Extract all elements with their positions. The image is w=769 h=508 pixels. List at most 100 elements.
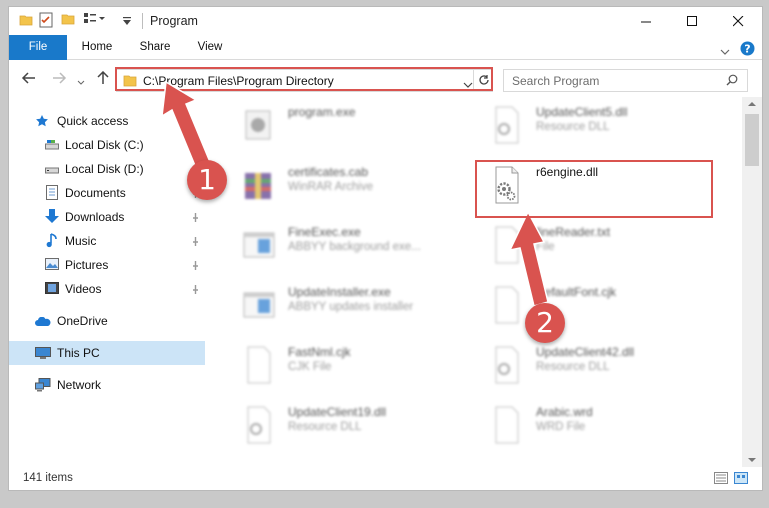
chevron-down-icon <box>77 80 85 85</box>
details-view-icon[interactable] <box>714 472 728 487</box>
recent-locations-button[interactable] <box>77 75 85 89</box>
nav-label: Videos <box>65 282 102 296</box>
file-name: FineExec.exe <box>288 225 361 239</box>
downloads-icon <box>45 209 59 227</box>
file-item[interactable]: UpdateInstaller.exe ABBYY updates instal… <box>234 277 484 335</box>
file-item[interactable]: Arabic.wrd WRD File <box>482 397 732 455</box>
new-folder-icon[interactable] <box>61 12 75 29</box>
nav-item-onedrive[interactable]: OneDrive <box>9 309 205 333</box>
nav-item-local-disk-d[interactable]: Local Disk (D:) <box>9 157 205 181</box>
address-row: C:\Program Files\Program Directory Searc… <box>9 61 762 97</box>
network-icon <box>35 378 51 395</box>
nav-label: Documents <box>65 186 126 200</box>
nav-item-this-pc[interactable]: This PC <box>9 341 205 365</box>
archive-icon <box>242 165 276 205</box>
navigation-pane: Quick access Local Disk (C:) Local Disk … <box>9 97 205 467</box>
folder-icon <box>19 13 33 30</box>
dll-icon <box>490 105 524 145</box>
document-icon <box>242 345 276 385</box>
file-name: program.exe <box>288 105 356 119</box>
large-icons-view-icon[interactable] <box>734 472 748 487</box>
nav-item-downloads[interactable]: Downloads <box>9 205 205 229</box>
file-list: program.exe certificates.cab WinRAR Arch… <box>214 97 742 467</box>
close-button[interactable] <box>715 7 761 35</box>
file-item[interactable]: FineExec.exe ABBYY background exe... <box>234 217 484 275</box>
expand-ribbon-icon[interactable] <box>720 45 730 59</box>
minimize-button[interactable] <box>623 7 669 35</box>
dll-icon <box>490 345 524 385</box>
view-options-icon[interactable] <box>83 12 105 29</box>
properties-icon[interactable] <box>39 12 53 31</box>
nav-item-music[interactable]: Music <box>9 229 205 253</box>
tab-file[interactable]: File <box>9 35 67 60</box>
minimize-icon <box>640 21 651 22</box>
file-item[interactable]: certificates.cab WinRAR Archive <box>234 157 484 215</box>
tab-home[interactable]: Home <box>75 35 119 60</box>
file-name: UpdateClient5.dll <box>536 105 628 119</box>
file-name: UpdateInstaller.exe <box>288 285 391 299</box>
file-type: ABBYY updates installer <box>288 301 414 313</box>
file-item[interactable]: program.exe <box>234 97 484 155</box>
search-placeholder: Search Program <box>512 74 600 88</box>
nav-label: This PC <box>57 346 100 360</box>
file-type: WRD File <box>536 421 586 433</box>
nav-label: OneDrive <box>57 314 108 328</box>
file-item[interactable]: fineReader.txt File <box>482 217 732 275</box>
exe-icon <box>242 105 276 145</box>
videos-icon <box>45 282 59 297</box>
file-item[interactable]: UpdateClient19.dll Resource DLL <box>234 397 484 455</box>
nav-item-videos[interactable]: Videos <box>9 277 205 301</box>
file-type: Resource DLL <box>536 361 610 373</box>
file-type: WinRAR Archive <box>288 181 373 193</box>
help-icon[interactable]: ? <box>740 41 755 59</box>
forward-arrow-icon <box>53 72 67 84</box>
music-icon <box>46 233 58 251</box>
search-icon[interactable] <box>726 74 738 89</box>
forward-button[interactable] <box>51 71 67 88</box>
file-item[interactable]: FastNml.cjk CJK File <box>234 337 484 395</box>
back-button[interactable] <box>21 71 37 88</box>
document-icon <box>490 225 524 265</box>
vertical-scrollbar[interactable] <box>742 97 762 467</box>
customize-toolbar-icon[interactable] <box>122 15 132 29</box>
back-arrow-icon <box>21 72 35 84</box>
drive-icon <box>45 163 59 178</box>
step-1-badge: 1 <box>187 160 227 200</box>
nav-label: Local Disk (D:) <box>65 162 144 176</box>
file-type: ABBYY background exe... <box>288 241 421 253</box>
file-item[interactable]: UpdateClient5.dll Resource DLL <box>482 97 732 155</box>
tab-view[interactable]: View <box>190 35 230 60</box>
document-icon <box>490 405 524 445</box>
pin-icon[interactable] <box>191 235 200 249</box>
up-button[interactable] <box>97 70 109 88</box>
file-item[interactable]: UpdateClient42.dll Resource DLL <box>482 337 732 395</box>
search-box[interactable]: Search Program <box>503 69 748 92</box>
app-window-icon <box>242 225 276 265</box>
step-2-badge: 2 <box>525 303 565 343</box>
pin-icon[interactable] <box>191 259 200 273</box>
svg-text:?: ? <box>744 43 750 56</box>
ribbon: File Home Share View ? <box>9 35 762 60</box>
nav-item-quick-access[interactable]: Quick access <box>9 109 205 133</box>
star-icon <box>35 114 49 131</box>
scroll-thumb[interactable] <box>745 114 759 166</box>
title-bar: Program <box>9 7 762 35</box>
address-highlight-box <box>115 67 493 91</box>
maximize-button[interactable] <box>669 7 715 35</box>
nav-item-pictures[interactable]: Pictures <box>9 253 205 277</box>
target-file-highlight-box <box>475 160 713 218</box>
item-count: 141 items <box>23 472 73 484</box>
nav-item-network[interactable]: Network <box>9 373 205 397</box>
pin-icon[interactable] <box>191 139 200 153</box>
file-name: UpdateClient19.dll <box>288 405 387 419</box>
file-item[interactable]: DefaultFont.cjk <box>482 277 732 335</box>
explorer-window: Program File Home Share View ? C:\Progra… <box>8 6 763 491</box>
scroll-down-icon <box>748 458 756 462</box>
pin-icon[interactable] <box>191 211 200 225</box>
nav-item-documents[interactable]: Documents <box>9 181 205 205</box>
nav-item-local-disk-c[interactable]: Local Disk (C:) <box>9 133 205 157</box>
file-name: DefaultFont.cjk <box>536 285 617 299</box>
pin-icon[interactable] <box>191 283 200 297</box>
tab-share[interactable]: Share <box>133 35 177 60</box>
pictures-icon <box>45 258 59 273</box>
